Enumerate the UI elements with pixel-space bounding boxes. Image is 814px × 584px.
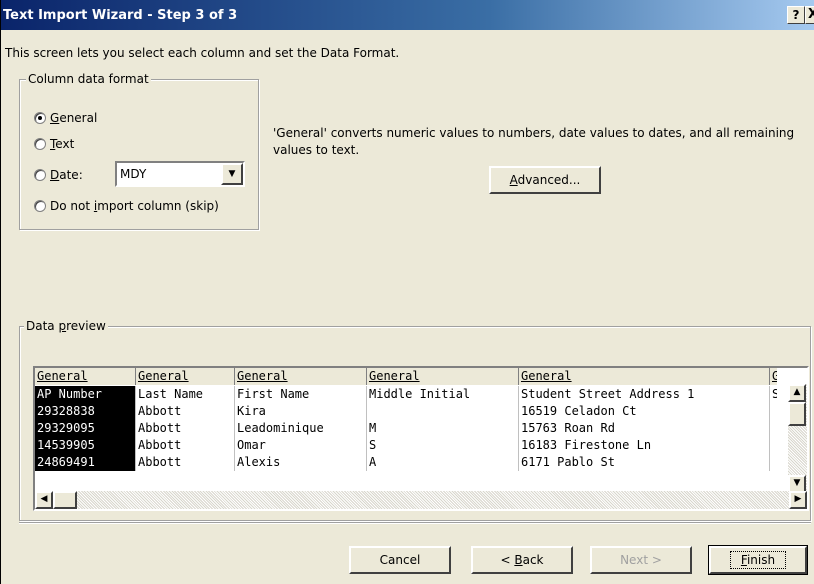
date-format-select[interactable]: MDY ▼: [115, 161, 245, 187]
scroll-right-icon[interactable]: ▶: [789, 491, 807, 509]
vertical-scrollbar[interactable]: ▲ ▼: [788, 384, 807, 493]
scroll-up-icon[interactable]: ▲: [788, 384, 806, 402]
radio-text[interactable]: Text: [34, 137, 74, 151]
radio-date-label: Date:: [50, 168, 83, 182]
table-cell: [770, 437, 777, 454]
column-header[interactable]: General: [367, 368, 519, 385]
radio-date-indicator[interactable]: [34, 169, 46, 181]
title-bar: Text Import Wizard - Step 3 of 3 ? X: [1, 0, 814, 30]
scroll-left-icon[interactable]: ◀: [35, 491, 53, 509]
column-header[interactable]: General: [235, 368, 367, 385]
table-cell: M: [367, 420, 519, 437]
column-header[interactable]: General: [136, 368, 235, 385]
table-cell: S: [367, 437, 519, 454]
table-cell: 14539905: [35, 437, 136, 454]
table-cell: Leadominique: [235, 420, 367, 437]
horizontal-scroll-thumb[interactable]: [53, 491, 77, 509]
advanced-button[interactable]: Advanced...: [489, 166, 601, 194]
table-cell: Last Name: [136, 386, 235, 403]
column-header[interactable]: G: [770, 368, 777, 385]
preview-table: General General General General General …: [35, 368, 777, 493]
format-description: 'General' converts numeric values to num…: [273, 126, 795, 157]
table-cell: [770, 454, 777, 471]
data-preview-grid[interactable]: General General General General General …: [33, 366, 809, 511]
window-title: Text Import Wizard - Step 3 of 3: [3, 8, 238, 23]
table-cell: Alexis: [235, 454, 367, 471]
vertical-scroll-thumb[interactable]: [788, 402, 806, 426]
table-cell: Middle Initial: [367, 386, 519, 403]
help-button[interactable]: ?: [787, 6, 805, 24]
table-cell: 29328838: [35, 403, 136, 420]
radio-text-indicator[interactable]: [34, 138, 46, 150]
table-cell: AP Number: [35, 386, 136, 403]
table-cell: 15763 Roan Rd: [519, 420, 770, 437]
table-cell: S: [770, 386, 777, 403]
radio-text-label: Text: [50, 137, 75, 151]
table-cell: Abbott: [136, 403, 235, 420]
table-cell: Abbott: [136, 437, 235, 454]
intro-text: This screen lets you select each column …: [5, 46, 400, 60]
text-import-wizard-dialog: Text Import Wizard - Step 3 of 3 ? X Thi…: [0, 0, 814, 584]
close-button[interactable]: X: [805, 6, 814, 24]
table-cell: Student Street Address 1: [519, 386, 770, 403]
radio-general-indicator[interactable]: [34, 112, 46, 124]
next-button[interactable]: Next >: [590, 546, 692, 574]
table-cell: [770, 403, 777, 420]
table-cell: [770, 420, 777, 437]
table-cell: Abbott: [136, 420, 235, 437]
column-data-format-group: Column data format General Text Date: Do…: [19, 72, 259, 230]
divider: [19, 522, 811, 524]
table-cell: 16183 Firestone Ln: [519, 437, 770, 454]
table-cell: 16519 Celadon Ct: [519, 403, 770, 420]
chevron-down-icon[interactable]: ▼: [221, 163, 243, 185]
radio-general[interactable]: General: [34, 111, 97, 125]
radio-general-label: General: [50, 111, 98, 125]
table-cell: [367, 403, 519, 420]
table-cell: 24869491: [35, 454, 136, 471]
radio-skip-label: Do not import column (skip): [50, 199, 219, 213]
table-cell: Abbott: [136, 454, 235, 471]
finish-button[interactable]: Finish: [708, 545, 808, 575]
column-data-format-legend: Column data format: [26, 72, 151, 86]
cancel-button[interactable]: Cancel: [349, 546, 451, 574]
column-header[interactable]: General: [35, 368, 136, 385]
back-button[interactable]: < Back: [471, 546, 573, 574]
table-cell: First Name: [235, 386, 367, 403]
table-cell: Kira: [235, 403, 367, 420]
radio-skip-indicator[interactable]: [34, 200, 46, 212]
table-cell: Omar: [235, 437, 367, 454]
radio-date[interactable]: Date:: [34, 168, 83, 182]
column-header[interactable]: General: [519, 368, 770, 385]
table-cell: A: [367, 454, 519, 471]
data-preview-legend: Data preview: [24, 319, 108, 333]
radio-skip[interactable]: Do not import column (skip): [34, 199, 219, 213]
horizontal-scrollbar[interactable]: ◀ ▶: [35, 491, 807, 509]
table-cell: 29329095: [35, 420, 136, 437]
date-format-value: MDY: [120, 167, 147, 181]
table-cell: 6171 Pablo St: [519, 454, 770, 471]
